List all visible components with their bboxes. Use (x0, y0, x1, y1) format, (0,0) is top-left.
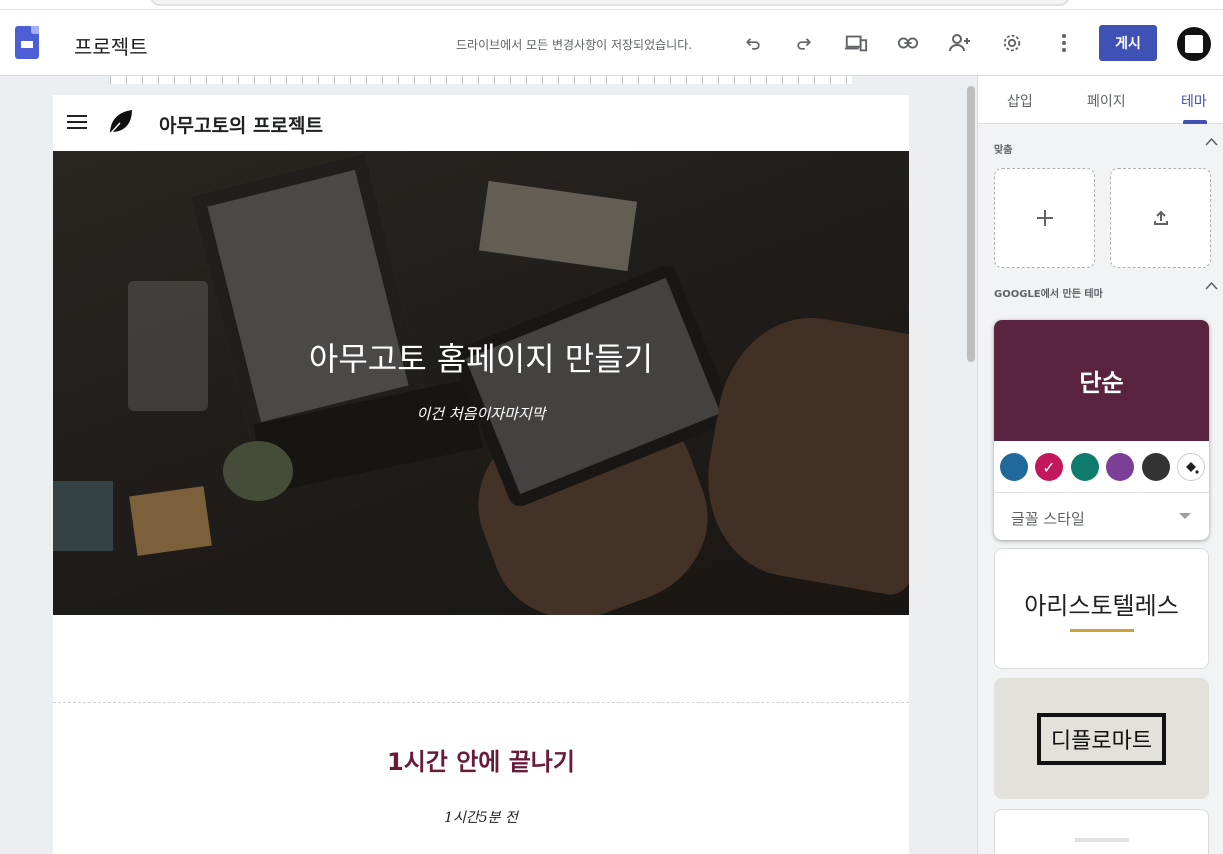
more-vert-icon[interactable] (1049, 28, 1079, 58)
upload-icon (1153, 210, 1168, 225)
theme-diplomat-name: 디플로마트 (1036, 712, 1167, 765)
site-header[interactable]: 아무고토의 프로젝트 (53, 95, 909, 151)
publish-button[interactable]: 게시 (1099, 25, 1157, 61)
hero-overlay (53, 151, 909, 615)
color-swatch-teal[interactable] (1071, 453, 1099, 481)
chevron-up-icon[interactable] (1205, 279, 1218, 294)
preview-devices-icon[interactable] (841, 28, 871, 58)
section-timestamp[interactable]: 1시간5분 전 (53, 807, 909, 827)
redo-icon[interactable] (789, 28, 819, 58)
browser-top-strip (0, 0, 1223, 10)
check-icon: ✓ (1042, 457, 1056, 477)
ruler (110, 76, 852, 84)
theme-panel: 삽입 페이지 테마 맞춤 GOOGLE에서 만든 테마 단순 ✓ 글꼴 스타일 … (977, 76, 1223, 854)
link-icon[interactable] (893, 28, 923, 58)
address-bar[interactable] (150, 0, 1070, 6)
gear-icon[interactable] (997, 28, 1027, 58)
editor-canvas: 아무고토의 프로젝트 아무고토 홈페이지 만들기 이건 처음이자마지막 1시간 … (0, 76, 977, 854)
site-name[interactable]: 아무고토의 프로젝트 (159, 111, 323, 138)
tab-themes[interactable]: 테마 (1181, 91, 1207, 111)
tab-insert[interactable]: 삽입 (1007, 91, 1033, 111)
site-page[interactable]: 아무고토의 프로젝트 아무고토 홈페이지 만들기 이건 처음이자마지막 1시간 … (53, 95, 909, 854)
theme-simple-name: 단순 (994, 320, 1209, 441)
section-divider (53, 702, 909, 703)
add-theme-button[interactable] (994, 168, 1095, 268)
tab-pages[interactable]: 페이지 (1087, 91, 1126, 111)
color-swatch-dark[interactable] (1142, 453, 1170, 481)
chevron-up-icon[interactable] (1205, 135, 1218, 150)
panel-tabs: 삽입 페이지 테마 (978, 76, 1223, 124)
account-avatar[interactable] (1177, 27, 1211, 61)
menu-icon[interactable] (67, 115, 87, 130)
font-style-label: 글꼴 스타일 (1011, 510, 1085, 528)
font-style-dropdown[interactable]: 글꼴 스타일 (994, 492, 1209, 540)
color-swatch-magenta-selected[interactable]: ✓ (1035, 453, 1063, 481)
theme-aristotle-accent (1069, 628, 1134, 632)
color-swatch-purple[interactable] (1106, 453, 1134, 481)
color-swatch-blue[interactable] (1000, 453, 1028, 481)
undo-icon[interactable] (738, 28, 768, 58)
theme-simple-card[interactable]: 단순 ✓ 글꼴 스타일 (994, 320, 1209, 540)
section-title[interactable]: 1시간 안에 끝나기 (53, 742, 909, 777)
document-title[interactable]: 프로젝트 (74, 31, 148, 60)
save-status: 드라이브에서 모든 변경사항이 저장되었습니다. (456, 38, 693, 52)
google-themes-label: GOOGLE에서 만든 테마 (994, 289, 1103, 300)
app-bar: 프로젝트 드라이브에서 모든 변경사항이 저장되었습니다. 게시 (0, 10, 1223, 76)
theme-aristotle-name: 아리스토텔레스 (1024, 591, 1179, 620)
hero-banner[interactable]: 아무고토 홈페이지 만들기 이건 처음이자마지막 (53, 151, 909, 615)
theme-diplomat-card[interactable]: 디플로마트 (994, 678, 1209, 799)
dropdown-arrow-icon (1179, 513, 1191, 519)
sites-logo-icon[interactable] (15, 26, 39, 59)
theme-aristotle-card[interactable]: 아리스토텔레스 (994, 548, 1209, 669)
upload-theme-button[interactable] (1110, 168, 1211, 268)
paint-bucket-icon[interactable] (1177, 453, 1205, 481)
vertical-scrollbar[interactable] (967, 86, 975, 362)
leaf-logo-icon[interactable] (106, 108, 134, 136)
theme-next-card[interactable] (994, 809, 1209, 854)
hero-subtitle[interactable]: 이건 처음이자마지막 (53, 403, 909, 424)
share-person-add-icon[interactable] (945, 28, 975, 58)
plus-icon (1036, 210, 1053, 226)
custom-section-label: 맞춤 (994, 145, 1013, 156)
hero-title[interactable]: 아무고토 홈페이지 만들기 (53, 334, 909, 380)
active-tab-indicator (1183, 120, 1207, 124)
